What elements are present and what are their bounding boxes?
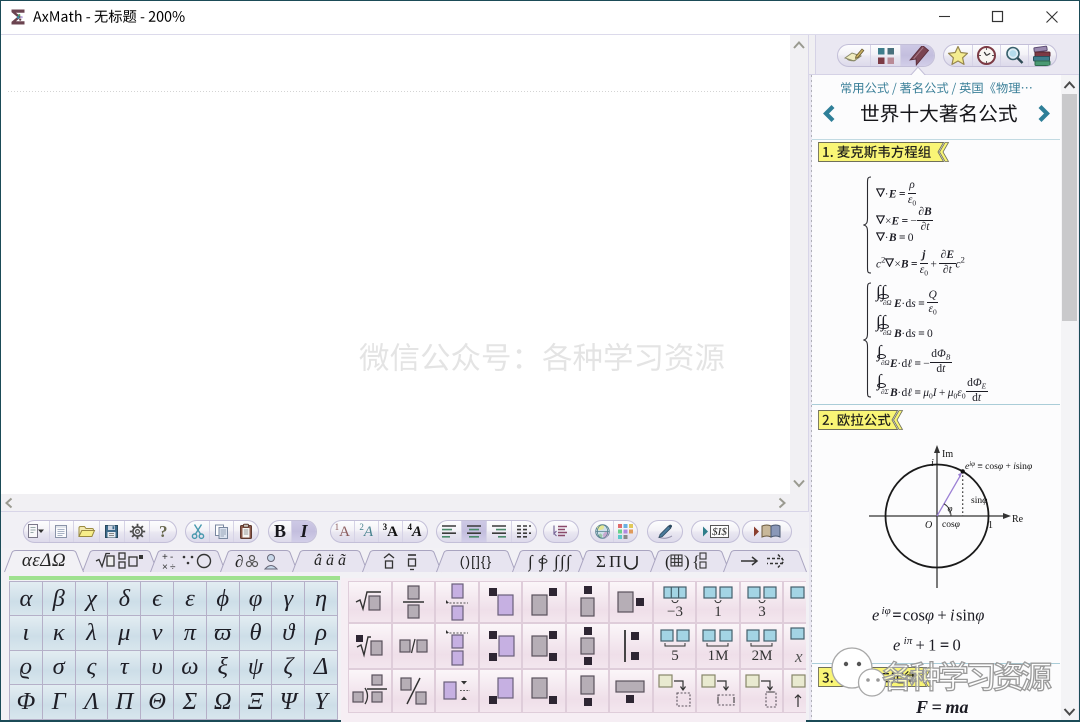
svg-text:φ: φ — [948, 504, 953, 514]
svg-text:cosφ: cosφ — [942, 520, 960, 530]
svg-text:∫: ∫ — [539, 552, 546, 572]
svg-text:×: × — [162, 562, 168, 571]
svg-text:{: { — [692, 552, 700, 571]
svg-text:Im: Im — [942, 449, 953, 460]
svg-text:∫: ∫ — [528, 552, 534, 572]
svg-text:(: ( — [665, 552, 671, 571]
svg-text:2M: 2M — [751, 648, 772, 664]
svg-text:eiφ ≡ cosφ + isinφ: eiφ ≡ cosφ + isinφ — [965, 460, 1032, 472]
svg-text:1: 1 — [714, 604, 722, 619]
svg-text:O: O — [925, 520, 932, 531]
svg-text:sinφ: sinφ — [971, 496, 987, 506]
svg-text:∫: ∫ — [565, 552, 572, 572]
svg-text:÷: ÷ — [170, 562, 176, 571]
svg-text:$I$: $I$ — [712, 526, 727, 538]
svg-text:x: x — [794, 647, 803, 666]
svg-text:∫: ∫ — [553, 552, 560, 572]
svg-text:Re: Re — [1012, 514, 1024, 525]
svg-text:3: 3 — [758, 604, 766, 619]
svg-text:): ) — [684, 552, 690, 571]
svg-text:∫: ∫ — [559, 552, 566, 572]
svg-text:Σ: Σ — [596, 552, 606, 571]
svg-text:∂: ∂ — [235, 552, 243, 571]
svg-text:i: i — [931, 458, 934, 469]
svg-text:−3: −3 — [667, 604, 683, 619]
svg-text:Π: Π — [609, 552, 621, 571]
svg-text:1M: 1M — [708, 648, 729, 664]
svg-text:1: 1 — [988, 520, 993, 531]
svg-text:5: 5 — [671, 648, 679, 664]
